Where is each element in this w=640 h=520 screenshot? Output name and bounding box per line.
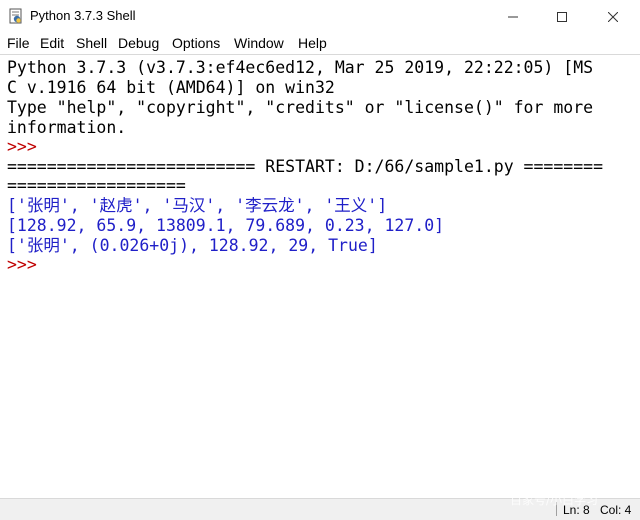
shell-line-banner-2: C v.1916 64 bit (AMD64)] on win32	[7, 78, 335, 97]
menu-edit[interactable]: Edit	[40, 35, 64, 51]
menu-file[interactable]: File	[7, 35, 30, 51]
menu-shell[interactable]: Shell	[76, 35, 107, 51]
shell-line-banner-3: Type "help", "copyright", "credits" or "…	[7, 98, 594, 117]
maximize-icon	[557, 7, 567, 26]
close-icon	[607, 7, 619, 26]
minimize-button[interactable]	[490, 0, 536, 32]
close-button[interactable]	[590, 0, 636, 32]
watermark: 百家号/小白学习	[510, 493, 599, 507]
maximize-button[interactable]	[539, 0, 585, 32]
shell-output-area[interactable]: Python 3.7.3 (v3.7.3:ef4ec6ed12, Mar 25 …	[0, 54, 640, 499]
menu-window[interactable]: Window	[234, 35, 284, 51]
window-title: Python 3.7.3 Shell	[30, 8, 136, 23]
shell-line-banner-4: information.	[7, 118, 127, 137]
title-bar: Python 3.7.3 Shell	[0, 0, 640, 32]
shell-output-line: ['张明', '赵虎', '马汉', '李云龙', '王义']	[7, 196, 388, 215]
menu-options[interactable]: Options	[172, 35, 220, 51]
menu-help[interactable]: Help	[298, 35, 327, 51]
menu-debug[interactable]: Debug	[118, 35, 159, 51]
status-column-number: Col: 4	[600, 503, 632, 517]
shell-prompt-active: >>>	[7, 255, 37, 274]
shell-line-restart-1: ========================= RESTART: D:/66…	[7, 157, 604, 176]
python-idle-icon[interactable]	[9, 8, 23, 24]
menu-bar: File Edit Shell Debug Options Window Hel…	[0, 32, 640, 54]
minimize-icon	[508, 7, 518, 26]
shell-prompt: >>>	[7, 137, 37, 156]
shell-line-restart-2: ==================	[7, 176, 186, 195]
shell-output-line: [128.92, 65.9, 13809.1, 79.689, 0.23, 12…	[7, 216, 445, 235]
shell-line-banner-1: Python 3.7.3 (v3.7.3:ef4ec6ed12, Mar 25 …	[7, 58, 594, 77]
shell-output-line: ['张明', (0.026+0j), 128.92, 29, True]	[7, 236, 378, 255]
